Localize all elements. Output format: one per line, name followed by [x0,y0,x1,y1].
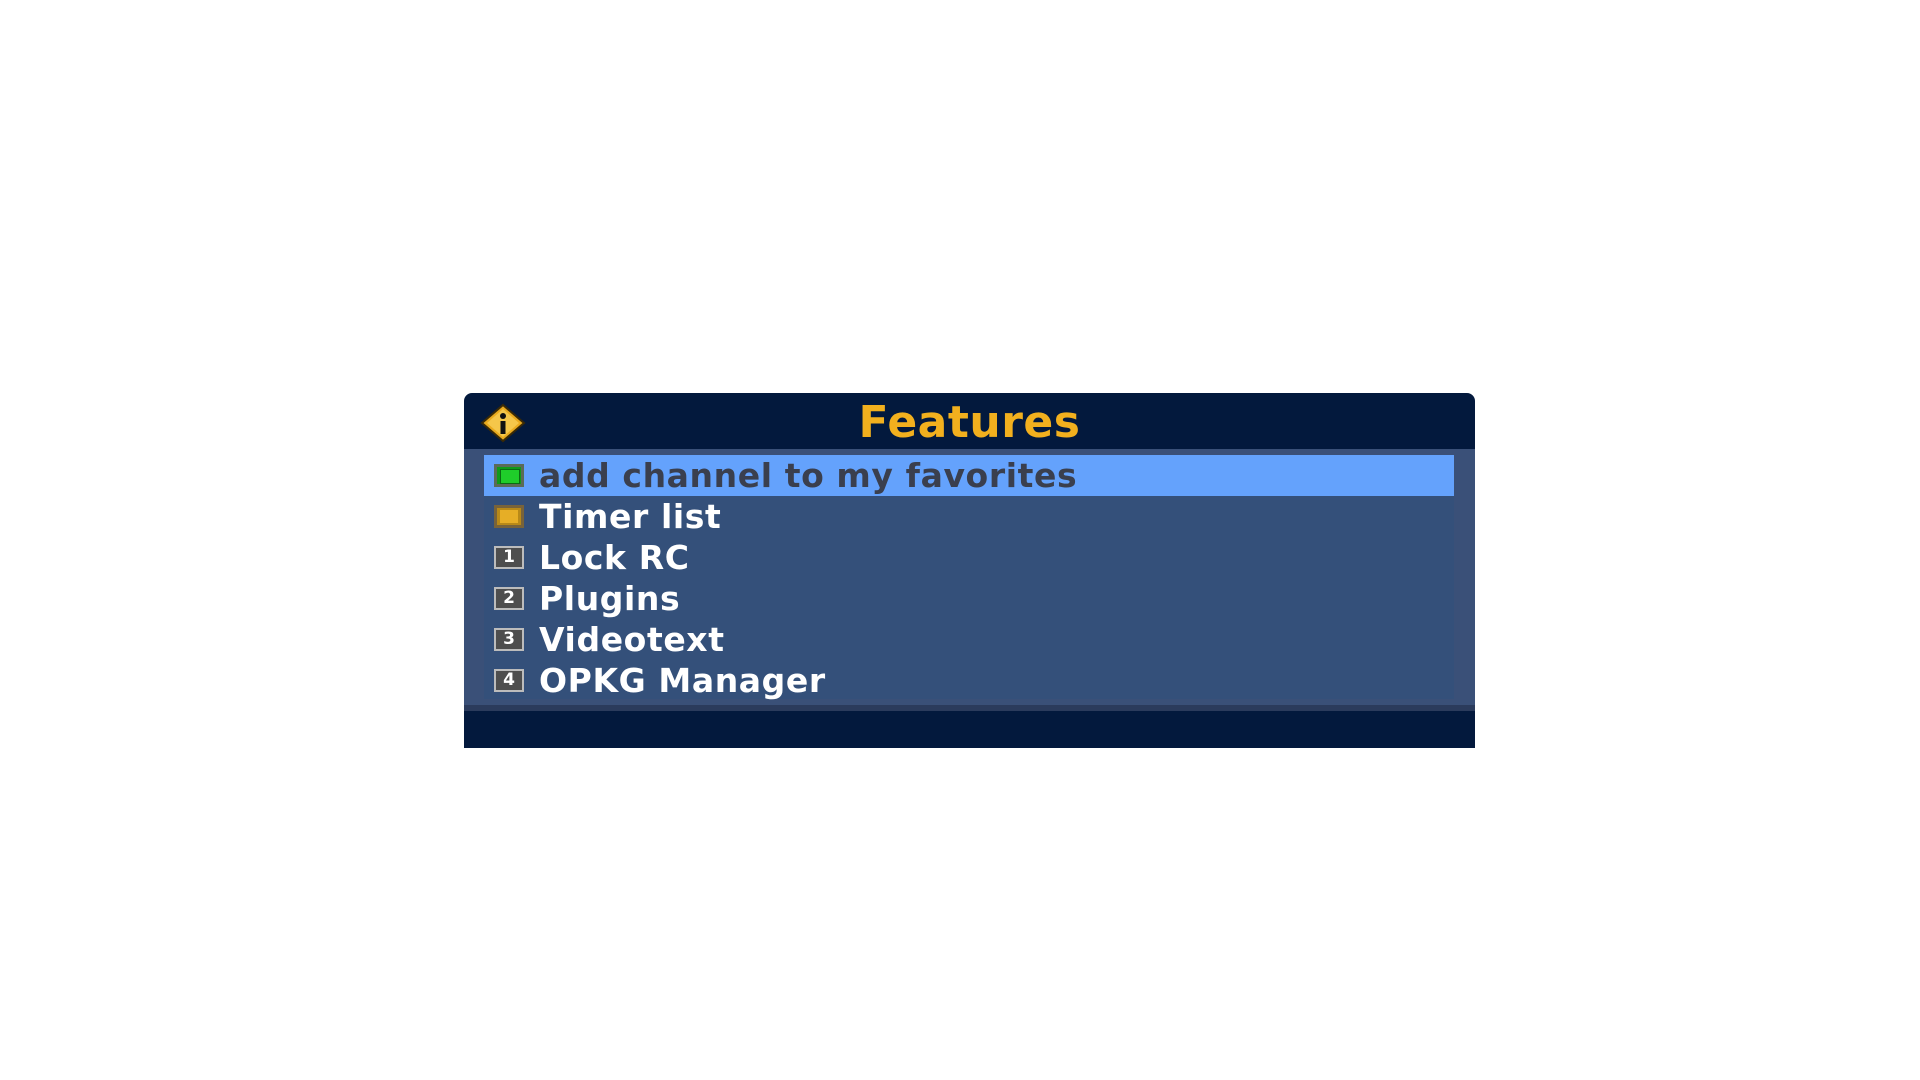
menu-item-timer-list[interactable]: Timer list [484,496,1454,537]
menu-item-plugins[interactable]: 2 Plugins [484,578,1454,619]
menu-item-label: add channel to my favorites [539,456,1078,495]
status-bar [464,711,1475,748]
number-key-icon: 3 [494,628,524,651]
features-menu-window: Features add channel to my favorites Tim… [464,393,1475,748]
menu-item-label: OPKG Manager [539,661,826,700]
menu-item-videotext[interactable]: 3 Videotext [484,619,1454,660]
menu-item-label: Timer list [539,497,722,536]
number-key-icon: 4 [494,669,524,692]
title-bar: Features [464,393,1475,449]
number-key-icon: 1 [494,546,524,569]
menu-item-label: Plugins [539,579,681,618]
menu-item-label: Lock RC [539,538,690,577]
yellow-key-icon [494,505,524,528]
page-title: Features [858,397,1081,448]
list-frame: add channel to my favorites Timer list 1… [464,449,1475,705]
menu-item-label: Videotext [539,620,725,659]
menu-item-lock-rc[interactable]: 1 Lock RC [484,537,1454,578]
menu-item-add-to-favorites[interactable]: add channel to my favorites [484,455,1454,496]
number-key-icon: 2 [494,587,524,610]
menu-list: add channel to my favorites Timer list 1… [484,455,1454,701]
green-key-icon [494,464,524,487]
menu-item-opkg-manager[interactable]: 4 OPKG Manager [484,660,1454,701]
